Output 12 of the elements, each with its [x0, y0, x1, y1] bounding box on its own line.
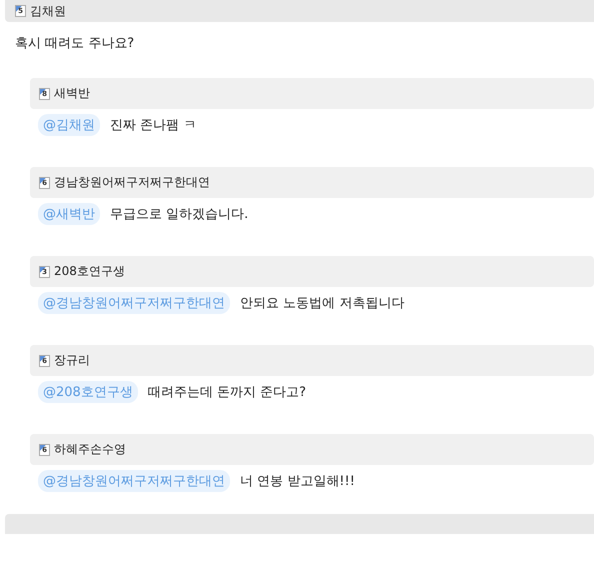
author-name[interactable]: 새벽반 [54, 85, 90, 102]
reply-text: 너 연봉 받고일해!!! [240, 473, 355, 490]
author-name[interactable]: 장규리 [54, 352, 90, 369]
author-name[interactable]: 208호연구생 [54, 263, 125, 280]
reply-text: 진짜 존나팸 ㅋ [110, 117, 196, 134]
reply-text: 안되요 노동법에 저촉됩니다 [240, 295, 404, 312]
post-text: 혹시 때려도 주나요? [14, 35, 136, 52]
author-name[interactable]: 하혜주손수영 [54, 441, 126, 458]
reply-text: 때려주는데 돈까지 준다고? [148, 384, 306, 401]
author-name[interactable]: 경남창원어쩌구저쩌구한대연 [54, 174, 210, 191]
reply-text: 무급으로 일하겠습니다. [110, 206, 248, 223]
author-name[interactable]: 김채원 [30, 2, 66, 20]
